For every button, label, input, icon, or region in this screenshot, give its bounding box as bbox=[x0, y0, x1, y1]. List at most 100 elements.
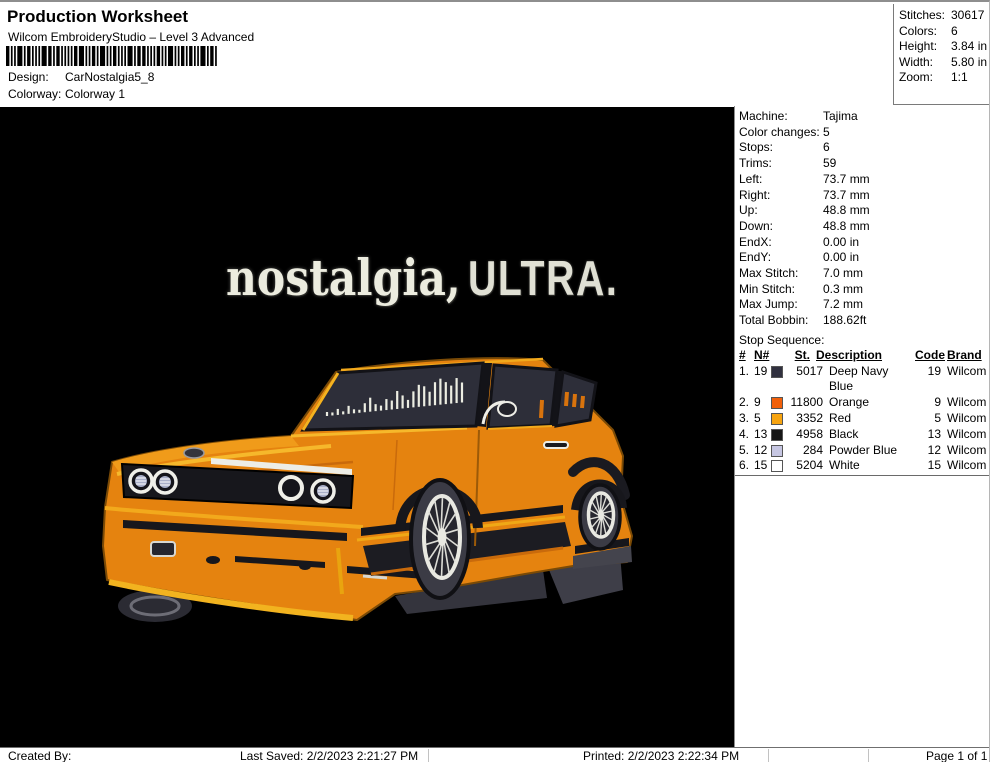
max-jump-value: 7.2 mm bbox=[823, 297, 863, 313]
turn-signal bbox=[151, 542, 175, 556]
color-swatch bbox=[771, 413, 783, 425]
right-value: 73.7 mm bbox=[823, 188, 870, 204]
stops-row: Stops:6 bbox=[735, 140, 990, 156]
lettering-serif: nostalgia, bbox=[226, 248, 461, 307]
door-handle bbox=[544, 442, 568, 448]
endx-row: EndX:0.00 in bbox=[735, 235, 990, 251]
total-bobbin-row: Total Bobbin:188.62ft bbox=[735, 313, 990, 329]
machine-value: Tajima bbox=[823, 109, 858, 125]
col-description: Description bbox=[810, 348, 915, 364]
col-st: St. bbox=[787, 348, 810, 364]
color-changes-row: Color changes:5 bbox=[735, 125, 990, 141]
design-preview-canvas: nostalgia, ULTRA. bbox=[0, 107, 734, 747]
footer-divider bbox=[768, 749, 769, 762]
left-value: 73.7 mm bbox=[823, 172, 870, 188]
max-stitch-value: 7.0 mm bbox=[823, 266, 863, 282]
summary-row-height: Height:3.84 in bbox=[899, 39, 989, 55]
summary-row-colors: Colors:6 bbox=[899, 24, 989, 40]
summary-row-width: Width:5.80 in bbox=[899, 55, 989, 71]
stops-label: Stops: bbox=[739, 140, 823, 156]
color-swatch bbox=[771, 429, 783, 441]
up-row: Up:48.8 mm bbox=[735, 203, 990, 219]
created-by: Created By: bbox=[8, 749, 71, 762]
colorway-row: Colorway:Colorway 1 bbox=[8, 87, 125, 101]
color-changes-label: Color changes: bbox=[739, 125, 823, 141]
col-code: Code bbox=[915, 348, 941, 364]
left-label: Left: bbox=[739, 172, 823, 188]
width-value: 5.80 in bbox=[951, 55, 987, 71]
height-value: 3.84 in bbox=[951, 39, 987, 55]
design-value: CarNostalgia5_8 bbox=[65, 70, 154, 84]
col-num: # bbox=[739, 348, 754, 364]
footer-bar: Created By: Last Saved: 2/2/2023 2:21:27… bbox=[0, 747, 990, 762]
max-jump-label: Max Jump: bbox=[739, 297, 823, 313]
summary-row-zoom: Zoom:1:1 bbox=[899, 70, 989, 86]
color-swatch bbox=[771, 366, 783, 378]
height-label: Height: bbox=[899, 39, 951, 55]
thread-row-1: 1.195017Deep Navy Blue19Wilcom bbox=[735, 364, 990, 396]
color-changes-value: 5 bbox=[823, 125, 830, 141]
summary-row-stitches: Stitches:30617 bbox=[899, 8, 989, 24]
footer-divider bbox=[428, 749, 429, 762]
thread-row-5: 5.12284Powder Blue12Wilcom bbox=[735, 443, 990, 459]
colors-label: Colors: bbox=[899, 24, 951, 40]
right-label: Right: bbox=[739, 188, 823, 204]
col-n: N# bbox=[754, 348, 770, 364]
stop-sequence-header: # N# St. Description Code Brand bbox=[735, 348, 990, 364]
col-brand: Brand bbox=[941, 348, 987, 364]
color-swatch bbox=[771, 397, 783, 409]
lettering-sans: ULTRA. bbox=[468, 251, 618, 307]
trims-label: Trims: bbox=[739, 156, 823, 172]
footer-divider bbox=[868, 749, 869, 762]
stitches-value: 30617 bbox=[951, 8, 984, 24]
max-stitch-label: Max Stitch: bbox=[739, 266, 823, 282]
design-summary-box: Stitches:30617 Colors:6 Height:3.84 in W… bbox=[893, 4, 989, 105]
trims-row: Trims:59 bbox=[735, 156, 990, 172]
total-bobbin-value: 188.62ft bbox=[823, 313, 866, 329]
endy-value: 0.00 in bbox=[823, 250, 859, 266]
machine-row: Machine:Tajima bbox=[735, 109, 990, 125]
machine-label: Machine: bbox=[739, 109, 823, 125]
printed: Printed: 2/2/2023 2:22:34 PM bbox=[583, 749, 739, 762]
colorway-label: Colorway: bbox=[8, 87, 65, 101]
endx-value: 0.00 in bbox=[823, 235, 859, 251]
stops-value: 6 bbox=[823, 140, 830, 156]
car-embroidery-artwork bbox=[95, 350, 650, 640]
right-row: Right:73.7 mm bbox=[735, 188, 990, 204]
left-row: Left:73.7 mm bbox=[735, 172, 990, 188]
colorway-value: Colorway 1 bbox=[65, 87, 125, 101]
page-number: Page 1 of 1 bbox=[926, 749, 987, 762]
color-swatch bbox=[771, 460, 783, 472]
width-label: Width: bbox=[899, 55, 951, 71]
min-stitch-row: Min Stitch:0.3 mm bbox=[735, 282, 990, 298]
design-name-row: Design:CarNostalgia5_8 bbox=[8, 70, 154, 84]
colors-value: 6 bbox=[951, 24, 958, 40]
min-stitch-label: Min Stitch: bbox=[739, 282, 823, 298]
down-label: Down: bbox=[739, 219, 823, 235]
rear-wheel bbox=[580, 485, 620, 549]
endx-label: EndX: bbox=[739, 235, 823, 251]
min-stitch-value: 0.3 mm bbox=[823, 282, 863, 298]
software-subtitle: Wilcom EmbroideryStudio – Level 3 Advanc… bbox=[8, 30, 254, 44]
thread-row-4: 4.134958Black13Wilcom bbox=[735, 427, 990, 443]
design-label: Design: bbox=[8, 70, 65, 84]
max-stitch-row: Max Stitch:7.0 mm bbox=[735, 266, 990, 282]
thread-row-2: 2.911800Orange9Wilcom bbox=[735, 395, 990, 411]
production-worksheet-page: Production Worksheet Wilcom EmbroiderySt… bbox=[0, 0, 990, 762]
thread-row-6: 6.155204White15Wilcom bbox=[735, 458, 990, 474]
down-value: 48.8 mm bbox=[823, 219, 870, 235]
page-title: Production Worksheet bbox=[7, 7, 188, 27]
machine-info-panel: Machine:Tajima Color changes:5 Stops:6 T… bbox=[734, 106, 990, 747]
stop-sequence-title: Stop Sequence: bbox=[735, 333, 990, 348]
thread-row-3: 3.53352Red5Wilcom bbox=[735, 411, 990, 427]
front-wheel bbox=[411, 480, 469, 598]
last-saved: Last Saved: 2/2/2023 2:21:27 PM bbox=[240, 749, 418, 762]
up-value: 48.8 mm bbox=[823, 203, 870, 219]
zoom-value: 1:1 bbox=[951, 70, 968, 86]
stop-sequence-table: # N# St. Description Code Brand 1.195017… bbox=[735, 348, 990, 476]
endy-row: EndY:0.00 in bbox=[735, 250, 990, 266]
design-lettering: nostalgia, ULTRA. bbox=[226, 248, 656, 307]
trims-value: 59 bbox=[823, 156, 836, 172]
down-row: Down:48.8 mm bbox=[735, 219, 990, 235]
up-label: Up: bbox=[739, 203, 823, 219]
